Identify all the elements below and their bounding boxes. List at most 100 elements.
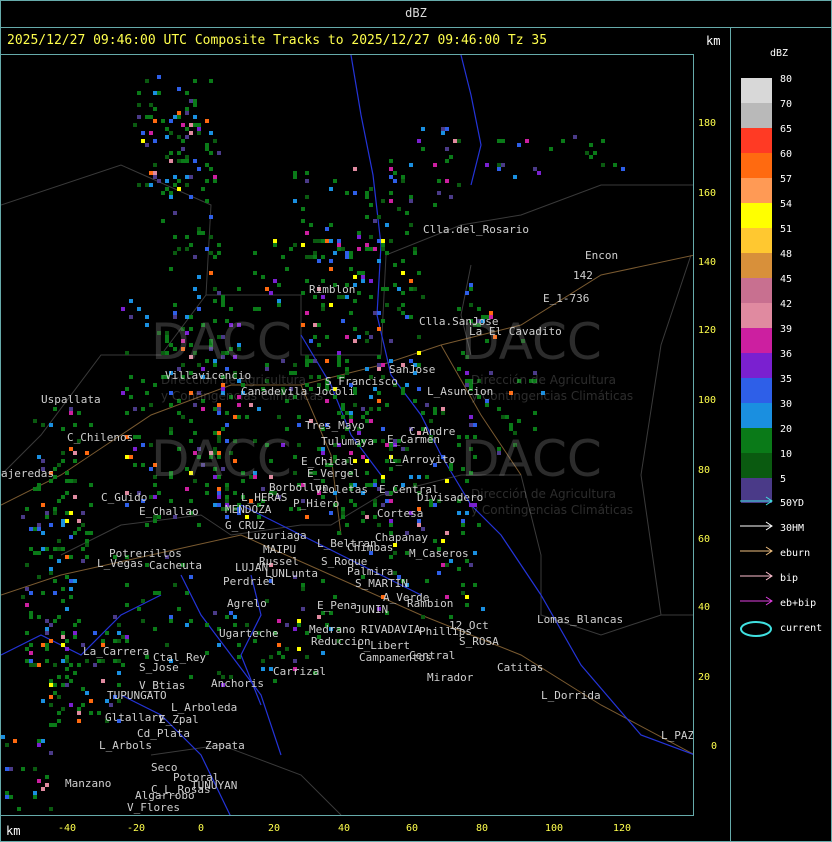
echo-cell	[277, 283, 281, 287]
echo-cell	[73, 479, 77, 483]
echo-cell	[69, 479, 73, 483]
echo-cell	[301, 207, 305, 211]
echo-cell	[365, 191, 369, 195]
echo-cell	[209, 215, 213, 219]
y-tick-label: 160	[698, 188, 717, 199]
echo-cell	[469, 287, 473, 291]
echo-cell	[401, 303, 405, 307]
echo-cell	[217, 251, 221, 255]
echo-cell	[357, 231, 361, 235]
echo-cell	[41, 739, 45, 743]
town-label: Perdriel	[223, 575, 276, 588]
echo-cell	[185, 159, 189, 163]
track-arrow-icon	[740, 596, 773, 606]
echo-cell	[213, 255, 217, 259]
echo-cell	[389, 239, 393, 243]
legend-swatch	[741, 453, 772, 478]
echo-cell	[409, 287, 413, 291]
echo-cell	[125, 455, 129, 459]
echo-cell	[325, 335, 329, 339]
echo-cell	[301, 587, 305, 591]
echo-cell	[385, 223, 389, 227]
echo-cell	[205, 147, 209, 151]
window-title: dBZ	[405, 6, 427, 20]
echo-cell	[237, 415, 241, 419]
echo-cell	[21, 767, 25, 771]
echo-cell	[389, 467, 393, 471]
echo-cell	[309, 359, 313, 363]
echo-cell	[417, 523, 421, 527]
echo-cell	[85, 543, 89, 547]
echo-cell	[225, 495, 229, 499]
echo-cell	[345, 367, 349, 371]
town-label: M_Caseros	[409, 547, 469, 560]
echo-cell	[201, 407, 205, 411]
echo-cell	[13, 739, 17, 743]
echo-cell	[5, 743, 9, 747]
echo-cell	[365, 247, 369, 251]
echo-cell	[409, 199, 413, 203]
echo-cell	[81, 559, 85, 563]
echo-cell	[321, 651, 325, 655]
echo-cell	[401, 271, 405, 275]
echo-cell	[401, 387, 405, 391]
echo-cell	[197, 307, 201, 311]
echo-cell	[265, 287, 269, 291]
echo-cell	[305, 515, 309, 519]
town-label: Violetas	[315, 483, 368, 496]
echo-cell	[193, 115, 197, 119]
echo-cell	[173, 583, 177, 587]
y-tick-label: 80	[698, 465, 711, 476]
echo-cell	[53, 619, 57, 623]
echo-cell	[281, 655, 285, 659]
echo-cell	[225, 615, 229, 619]
echo-cell	[165, 179, 169, 183]
echo-cell	[469, 423, 473, 427]
echo-cell	[85, 691, 89, 695]
echo-cell	[149, 103, 153, 107]
watermark-line2-b: y Contingencias Climáticas	[471, 389, 634, 403]
echo-cell	[409, 315, 413, 319]
echo-cell	[189, 675, 193, 679]
echo-cell	[189, 575, 193, 579]
echo-cell	[129, 299, 133, 303]
echo-cell	[425, 579, 429, 583]
echo-cell	[161, 219, 165, 223]
town-label: La El Cavadito	[469, 325, 562, 338]
echo-cell	[41, 699, 45, 703]
echo-cell	[53, 691, 57, 695]
track-label: current	[780, 623, 823, 634]
echo-cell	[393, 283, 397, 287]
echo-cell	[513, 175, 517, 179]
echo-cell	[85, 531, 89, 535]
echo-cell	[249, 403, 253, 407]
echo-cell	[361, 271, 365, 275]
echo-cell	[341, 511, 345, 515]
echo-cell	[69, 579, 73, 583]
echo-cell	[389, 523, 393, 527]
x-tick-label: 0	[198, 823, 205, 834]
echo-cell	[205, 199, 209, 203]
echo-cell	[313, 335, 317, 339]
echo-cell	[285, 267, 289, 271]
radar-map[interactable]: DACC DACC DACC DACC Dirección de Agricul…	[0, 54, 694, 816]
legend-title: dBZ	[770, 48, 789, 59]
echo-cell	[61, 495, 65, 499]
y-tick-label: 60	[698, 534, 711, 545]
echo-cell	[449, 155, 453, 159]
echo-cell	[437, 571, 441, 575]
x-tick-label: -40	[58, 823, 77, 834]
echo-cell	[473, 551, 477, 555]
town-label: E_Zpal	[159, 713, 199, 726]
track-label: 30HM	[780, 523, 805, 534]
echo-cell	[65, 683, 69, 687]
echo-cell	[377, 367, 381, 371]
echo-cell	[157, 179, 161, 183]
echo-cell	[325, 399, 329, 403]
echo-cell	[301, 323, 305, 327]
x-tick-label: 40	[338, 823, 351, 834]
echo-cell	[381, 247, 385, 251]
echo-cell	[469, 415, 473, 419]
echo-cell	[369, 419, 373, 423]
echo-cell	[193, 79, 197, 83]
